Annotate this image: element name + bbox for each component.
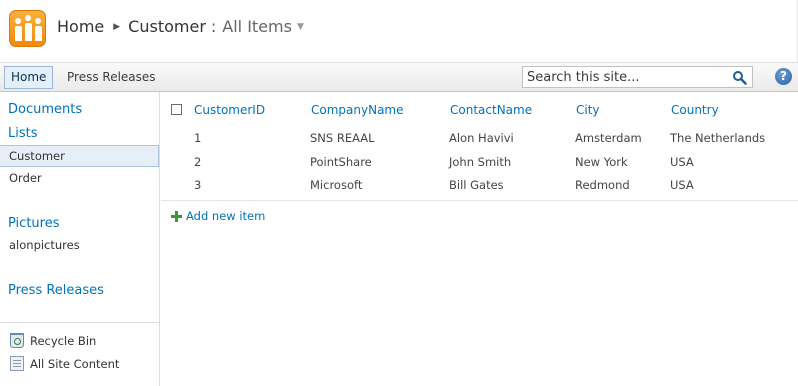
left-nav: Documents Lists Customer Order Pictures … <box>0 92 160 386</box>
cell-city: New York <box>575 155 628 169</box>
breadcrumb: Home ▶ Customer : All Items ▼ <box>57 17 304 36</box>
table-row[interactable]: 2 PointShare John Smith New York USA <box>161 151 798 174</box>
cell-contactname: Bill Gates <box>449 178 504 192</box>
nav-heading-pictures[interactable]: Pictures <box>8 216 59 231</box>
cell-country: The Netherlands <box>670 131 766 145</box>
nav-divider <box>0 322 159 323</box>
cell-customerid: 2 <box>194 155 202 169</box>
all-site-content-label: All Site Content <box>30 356 120 371</box>
nav-item-alonpictures[interactable]: alonpictures <box>0 235 159 257</box>
list-view: CustomerID CompanyName ContactName City … <box>161 92 798 386</box>
recycle-bin-icon <box>10 333 24 348</box>
cell-companyname[interactable]: SNS REAAL <box>310 131 375 145</box>
add-new-item-link[interactable]: Add new item <box>171 209 265 223</box>
cell-customerid: 1 <box>194 131 202 145</box>
all-site-content-link[interactable]: All Site Content <box>10 356 119 371</box>
nav-heading-press-releases[interactable]: Press Releases <box>8 283 104 298</box>
add-new-item-label: Add new item <box>186 209 266 223</box>
cell-city: Redmond <box>575 178 630 192</box>
nav-item-order[interactable]: Order <box>0 168 159 190</box>
breadcrumb-arrow-icon: ▶ <box>113 21 121 32</box>
search-icon[interactable] <box>732 70 747 85</box>
title-area: Home ▶ Customer : All Items ▼ <box>0 0 798 62</box>
view-selector[interactable]: All Items <box>222 17 292 36</box>
cell-companyname[interactable]: Microsoft <box>310 178 362 192</box>
tab-home[interactable]: Home <box>4 66 54 89</box>
top-nav-bar: Home Press Releases ? <box>0 62 798 92</box>
table-row[interactable]: 3 Microsoft Bill Gates Redmond USA <box>161 174 798 197</box>
column-header-customerid[interactable]: CustomerID <box>194 103 265 117</box>
all-site-content-icon <box>10 356 24 371</box>
select-all-checkbox[interactable] <box>171 104 182 115</box>
nav-heading-lists[interactable]: Lists <box>8 126 38 141</box>
search-box <box>522 66 753 88</box>
plus-icon <box>171 210 182 222</box>
nav-item-customer[interactable]: Customer <box>0 145 159 167</box>
cell-customerid: 3 <box>194 178 202 192</box>
cell-companyname[interactable]: PointShare <box>310 155 372 169</box>
help-icon[interactable]: ? <box>775 68 792 85</box>
column-header-contactname[interactable]: ContactName <box>450 103 532 117</box>
recycle-bin-label: Recycle Bin <box>30 333 97 348</box>
table-row[interactable]: 1 SNS REAAL Alon Havivi Amsterdam The Ne… <box>161 127 798 150</box>
cell-country: USA <box>670 178 694 192</box>
recycle-bin-link[interactable]: Recycle Bin <box>10 333 96 348</box>
breadcrumb-list-link[interactable]: Customer <box>128 17 206 36</box>
column-header-companyname[interactable]: CompanyName <box>311 103 404 117</box>
column-header-city[interactable]: City <box>576 103 600 117</box>
list-separator <box>161 200 798 201</box>
nav-heading-documents[interactable]: Documents <box>8 102 82 117</box>
cell-contactname: John Smith <box>449 155 512 169</box>
cell-country: USA <box>670 155 694 169</box>
tab-press-releases[interactable]: Press Releases <box>60 66 163 89</box>
cell-city: Amsterdam <box>575 131 642 145</box>
site-logo-icon[interactable] <box>9 10 46 47</box>
breadcrumb-home-link[interactable]: Home <box>57 17 104 36</box>
breadcrumb-separator: : <box>210 17 217 36</box>
cell-contactname: Alon Havivi <box>449 131 514 145</box>
search-input[interactable] <box>523 67 728 87</box>
chevron-down-icon[interactable]: ▼ <box>297 22 304 32</box>
column-header-country[interactable]: Country <box>671 103 719 117</box>
